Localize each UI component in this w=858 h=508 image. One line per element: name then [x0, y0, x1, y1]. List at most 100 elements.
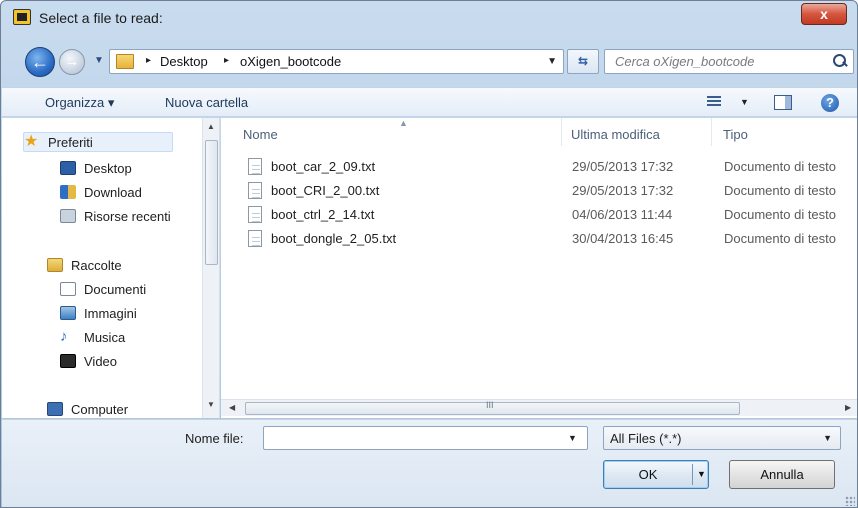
nav-item-pictures[interactable]: Immagini — [60, 304, 200, 324]
filename-label: Nome file: — [185, 431, 244, 446]
file-name: boot_dongle_2_05.txt — [271, 231, 397, 246]
star-icon: ★ — [24, 133, 39, 150]
new-folder-button[interactable]: Nuova cartella — [165, 95, 248, 110]
nav-item-label: Preferiti — [48, 135, 93, 150]
address-bar[interactable]: ▸ Desktop ▸ oXigen_bootcode ▼ — [109, 49, 564, 74]
computer-icon — [47, 402, 63, 416]
forward-icon[interactable]: → — [59, 49, 85, 75]
nav-item-label: Documenti — [84, 282, 147, 297]
folder-icon — [116, 54, 134, 69]
file-type-filter[interactable]: All Files (*.*) ▼ — [603, 426, 841, 450]
nav-item-music[interactable]: ♪ Musica — [60, 328, 200, 348]
scroll-thumb[interactable] — [205, 140, 218, 265]
title-bar[interactable]: Select a file to read: x — [1, 1, 857, 37]
address-dropdown-icon[interactable]: ▼ — [547, 56, 557, 67]
file-type-filter-value: All Files (*.*) — [610, 431, 682, 446]
refresh-icon[interactable]: ⇆ — [567, 49, 599, 74]
nav-item-label: Musica — [84, 330, 126, 345]
window-title: Select a file to read: — [39, 10, 163, 26]
column-header-type[interactable]: Tipo — [723, 127, 748, 142]
image-icon — [60, 306, 76, 320]
nav-item-label: Risorse recenti — [84, 209, 171, 224]
resize-grip-icon[interactable] — [845, 496, 855, 506]
breadcrumb-oxigen-bootcode[interactable]: oXigen_bootcode — [240, 54, 341, 69]
organize-button[interactable]: Organizza ▾ — [45, 95, 114, 111]
file-row[interactable]: boot_CRI_2_00.txt 29/05/2013 17:32 Docum… — [243, 180, 857, 202]
dialog-footer: Nome file: ▼ All Files (*.*) ▼ OK ▼ Annu… — [2, 419, 857, 507]
column-divider[interactable] — [711, 118, 712, 146]
file-row[interactable]: boot_ctrl_2_14.txt 04/06/2013 11:44 Docu… — [243, 204, 857, 226]
search-input[interactable]: Cerca oXigen_bootcode — [615, 54, 755, 69]
filename-dropdown-icon[interactable]: ▼ — [568, 433, 577, 443]
file-type: Documento di testo — [724, 207, 837, 222]
nav-item-label: Computer — [71, 402, 129, 417]
scroll-grip: III — [486, 400, 494, 410]
nav-item-libraries[interactable]: Raccolte — [47, 256, 187, 276]
nav-item-documents[interactable]: Documenti — [60, 280, 200, 300]
library-icon — [47, 258, 63, 272]
ok-button-label: OK — [638, 467, 658, 482]
file-name: boot_car_2_09.txt — [271, 159, 376, 174]
recent-icon — [60, 209, 76, 223]
file-type: Documento di testo — [724, 231, 837, 246]
scroll-right-icon[interactable]: ▶ — [845, 403, 851, 412]
nav-item-recent-places[interactable]: Risorse recenti — [60, 207, 200, 227]
help-icon[interactable]: ? — [821, 94, 839, 112]
command-toolbar: Organizza ▾ Nuova cartella ▼ ? — [2, 87, 857, 117]
column-divider[interactable] — [561, 118, 562, 146]
breadcrumb-desktop[interactable]: Desktop — [160, 54, 208, 69]
file-row[interactable]: boot_car_2_09.txt 29/05/2013 17:32 Docum… — [243, 156, 857, 178]
file-modified: 30/04/2013 16:45 — [572, 231, 674, 246]
scroll-up-icon[interactable]: ▲ — [207, 122, 215, 131]
filename-input[interactable] — [263, 426, 588, 450]
file-open-dialog: Select a file to read: x ← → ▼ ▸ Desktop… — [0, 0, 858, 508]
file-list-horizontal-scrollbar[interactable]: ◀ III ▶ — [221, 399, 857, 416]
app-icon — [13, 9, 31, 25]
nav-item-computer[interactable]: Computer — [47, 400, 187, 418]
breadcrumb-separator[interactable]: ▸ — [146, 55, 151, 66]
search-box[interactable]: Cerca oXigen_bootcode — [604, 49, 854, 74]
sort-ascending-icon: ▲ — [399, 118, 408, 128]
cancel-button[interactable]: Annulla — [729, 460, 835, 489]
file-modified: 29/05/2013 17:32 — [572, 183, 674, 198]
history-dropdown-icon[interactable]: ▼ — [91, 53, 107, 69]
file-list: ▲ Nome Ultima modifica Tipo boot_car_2_0… — [221, 118, 857, 418]
desktop-icon — [60, 161, 76, 175]
text-file-icon — [248, 182, 262, 199]
close-button[interactable]: x — [801, 3, 847, 25]
scroll-left-icon[interactable]: ◀ — [229, 403, 235, 412]
file-name: boot_ctrl_2_14.txt — [271, 207, 375, 222]
split-divider — [692, 464, 693, 485]
file-name: boot_CRI_2_00.txt — [271, 183, 380, 198]
column-header-name[interactable]: Nome — [243, 127, 278, 142]
chevron-down-icon[interactable]: ▼ — [823, 433, 832, 443]
text-file-icon — [248, 206, 262, 223]
document-icon — [60, 282, 76, 296]
nav-item-favorites[interactable]: ★ Preferiti — [23, 132, 173, 152]
back-icon[interactable]: ← — [25, 47, 55, 77]
ok-dropdown-icon[interactable]: ▼ — [697, 469, 706, 479]
video-icon — [60, 354, 76, 368]
preview-pane-icon[interactable] — [774, 95, 792, 110]
music-icon: ♪ — [60, 328, 68, 345]
nav-item-label: Raccolte — [71, 258, 122, 273]
nav-item-label: Download — [84, 185, 142, 200]
nav-vertical-scrollbar[interactable]: ▲ ▼ — [202, 118, 219, 418]
text-file-icon — [248, 158, 262, 175]
ok-button[interactable]: OK ▼ — [603, 460, 709, 489]
scroll-down-icon[interactable]: ▼ — [207, 400, 215, 409]
nav-item-download[interactable]: Download — [60, 183, 200, 203]
search-icon[interactable] — [833, 54, 847, 68]
breadcrumb-separator[interactable]: ▸ — [224, 55, 229, 66]
file-modified: 04/06/2013 11:44 — [572, 207, 673, 222]
views-icon[interactable] — [707, 96, 721, 108]
file-row[interactable]: boot_dongle_2_05.txt 30/04/2013 16:45 Do… — [243, 228, 857, 250]
navigation-pane: ★ Preferiti Desktop Download Risorse rec… — [2, 118, 220, 418]
file-modified: 29/05/2013 17:32 — [572, 159, 674, 174]
nav-item-videos[interactable]: Video — [60, 352, 200, 372]
views-dropdown-icon[interactable]: ▼ — [740, 97, 749, 107]
nav-item-desktop[interactable]: Desktop — [60, 159, 200, 179]
download-icon — [60, 185, 76, 199]
column-header-modified[interactable]: Ultima modifica — [571, 127, 660, 142]
nav-item-label: Video — [84, 354, 118, 369]
